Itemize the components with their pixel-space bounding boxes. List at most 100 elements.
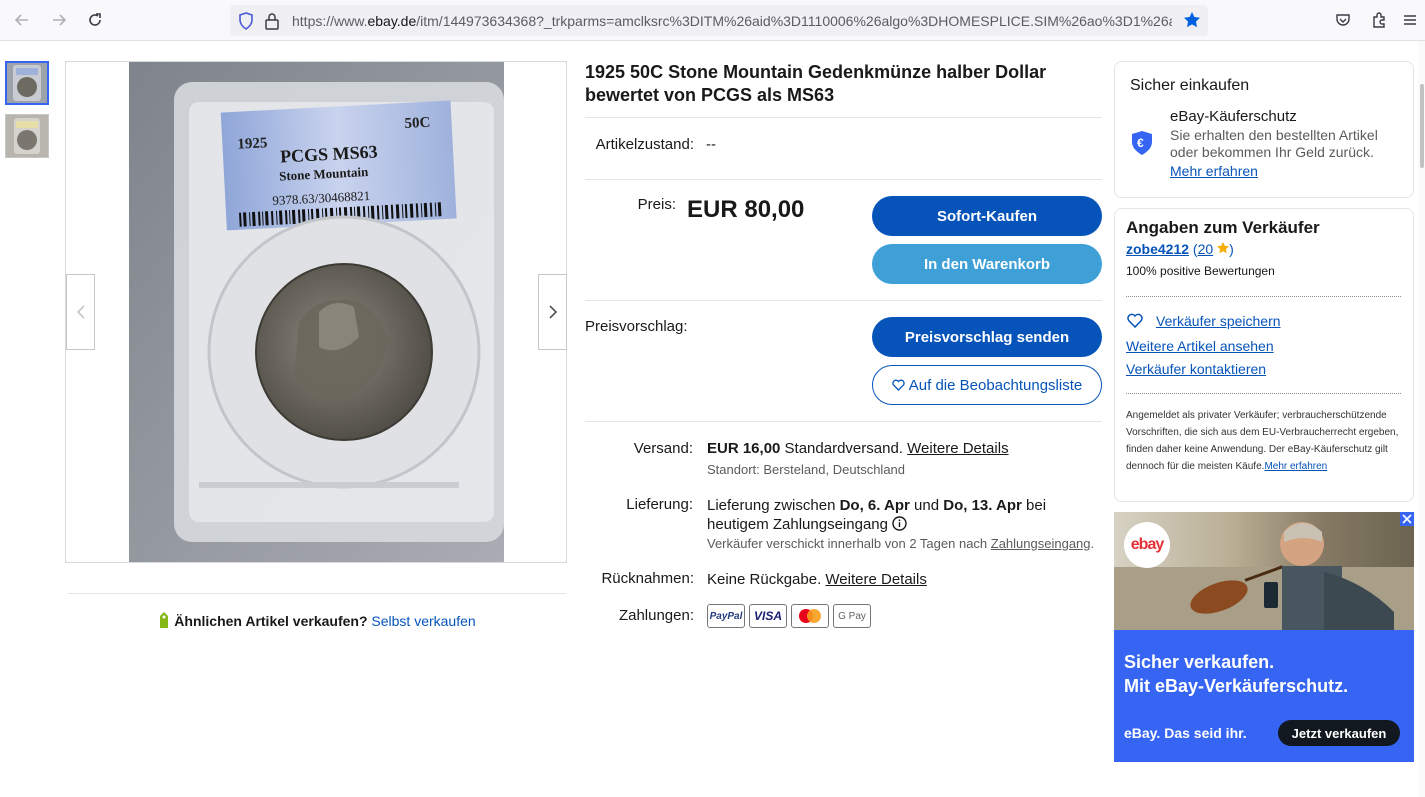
- tracking-shield-icon[interactable]: [238, 12, 254, 30]
- svg-text:€: €: [1137, 136, 1144, 150]
- heart-icon[interactable]: [1127, 313, 1143, 328]
- back-button[interactable]: [10, 8, 34, 32]
- item-location: Standort: Bersteland, Deutschland: [707, 462, 906, 477]
- shipping-type: Standardversand.: [784, 440, 903, 457]
- seller-name-link[interactable]: zobe4212: [1126, 241, 1189, 257]
- menu-button[interactable]: [1398, 8, 1422, 32]
- paypal-icon: PayPal: [707, 604, 745, 628]
- address-bar[interactable]: https://www.ebay.de/itm/144973634368?_tr…: [230, 5, 1208, 36]
- scrollbar-thumb[interactable]: [1420, 84, 1424, 168]
- info-icon[interactable]: [892, 516, 907, 531]
- more-items-link[interactable]: Weitere Artikel ansehen: [1126, 338, 1274, 354]
- thumbnail-1[interactable]: [5, 61, 49, 105]
- private-seller-note: Angemeldet als privater Verkäufer; verbr…: [1126, 407, 1402, 475]
- extensions-button[interactable]: [1367, 8, 1391, 32]
- delivery-text: Lieferung zwischen: [707, 497, 840, 514]
- url-domain: ebay.de: [367, 13, 417, 29]
- shipping-label: Versand:: [633, 440, 693, 457]
- contact-seller-link[interactable]: Verkäufer kontaktieren: [1126, 361, 1266, 377]
- ad-headline-line2: Mit eBay-Verkäuferschutz.: [1124, 676, 1349, 696]
- forward-button[interactable]: [47, 8, 71, 32]
- ad-cta-button[interactable]: Jetzt verkaufen: [1278, 720, 1400, 746]
- payments-label: Zahlungen:: [618, 607, 694, 624]
- ebay-logo-text: ebay: [1130, 536, 1164, 553]
- mastercard-icon: [791, 604, 829, 628]
- chevron-left-icon: [76, 305, 85, 319]
- private-seller-note-text: Angemeldet als privater Verkäufer; verbr…: [1126, 410, 1399, 472]
- dispatch-text: .: [1090, 536, 1095, 551]
- note-more-link[interactable]: Mehr erfahren: [1264, 461, 1327, 472]
- pocket-icon: [1336, 14, 1350, 26]
- delivery-label: Lieferung:: [626, 496, 693, 513]
- reload-icon: [89, 13, 101, 26]
- thumbnail-coin-image: [7, 63, 47, 103]
- buy-now-button[interactable]: Sofort-Kaufen: [872, 196, 1102, 236]
- pocket-button[interactable]: [1331, 8, 1355, 32]
- save-seller-link[interactable]: Verkäufer speichern: [1156, 313, 1281, 329]
- visa-icon: VISA: [749, 604, 787, 628]
- protection-text: Sie erhalten den bestellten Artikel oder…: [1170, 127, 1378, 160]
- delivery-text: bei: [1021, 497, 1047, 514]
- bookmark-star-icon[interactable]: [1183, 11, 1201, 29]
- reload-button[interactable]: [83, 8, 107, 32]
- hamburger-menu-icon: [1404, 15, 1416, 25]
- google-pay-icon: G Pay: [833, 604, 871, 628]
- divider: [585, 421, 1102, 422]
- payment-link[interactable]: Zahlungseingang: [991, 536, 1091, 551]
- star-icon: [1217, 242, 1230, 254]
- ebay-ad-banner[interactable]: ebay Sicher verkaufen. Mit eBay-Verkäufer…: [1114, 512, 1414, 762]
- shipping-price: EUR 16,00: [707, 440, 781, 457]
- coin-slab-photo: 1925 50C PCGS MS63 Stone Mountain 9378.6…: [129, 62, 504, 562]
- seller-heading: Angaben zum Verkäufer: [1126, 218, 1320, 237]
- shipping-details-link[interactable]: Weitere Details: [907, 440, 1008, 457]
- protection-heading: Sicher einkaufen: [1130, 77, 1250, 94]
- watchlist-label: Auf die Beobachtungsliste: [908, 376, 1083, 394]
- item-title: 1925 50C Stone Mountain Gedenkmünze halb…: [585, 62, 1047, 105]
- thumbnail-2[interactable]: [5, 114, 49, 158]
- divider: [585, 117, 1102, 118]
- dispatch-note: Verkäufer verschickt innerhalb von 2 Tag…: [707, 536, 1094, 551]
- delivery-value: Lieferung zwischen Do, 6. Apr und Do, 13…: [707, 496, 1087, 534]
- returns-text: Keine Rückgabe.: [707, 571, 822, 588]
- returns-value: Keine Rückgabe. Weitere Details: [707, 571, 927, 588]
- price-value: EUR 80,00: [687, 196, 805, 223]
- watchlist-button[interactable]: Auf die Beobachtungsliste: [872, 365, 1102, 405]
- add-to-cart-button[interactable]: In den Warenkorb: [872, 244, 1102, 284]
- feedback-count-link[interactable]: 20: [1198, 241, 1214, 257]
- delivery-text: und: [909, 497, 944, 514]
- thumbnail-coin-image: [6, 115, 48, 157]
- returns-label: Rücknahmen:: [601, 570, 694, 587]
- ad-headline: Sicher verkaufen. Mit eBay-Verkäuferschut…: [1124, 650, 1348, 698]
- dotted-divider: [1126, 393, 1401, 394]
- delivery-to: Do, 13. Apr: [943, 497, 1022, 514]
- returns-details-link[interactable]: Weitere Details: [825, 571, 926, 588]
- puzzle-icon: [1373, 12, 1385, 28]
- sell-similar-row: Ähnlichen Artikel verkaufen? Selbst verk…: [68, 593, 566, 629]
- forward-arrow-icon: [53, 14, 67, 26]
- ebay-logo: ebay: [1124, 522, 1170, 568]
- protection-more-link[interactable]: Mehr erfahren: [1170, 163, 1258, 179]
- delivery-from: Do, 6. Apr: [839, 497, 910, 514]
- protection-title: eBay-Käuferschutz: [1170, 108, 1297, 125]
- url-text[interactable]: https://www.ebay.de/itm/144973634368?_tr…: [292, 13, 1172, 29]
- sell-yourself-link[interactable]: Selbst verkaufen: [371, 613, 475, 629]
- send-offer-button[interactable]: Preisvorschlag senden: [872, 317, 1102, 357]
- previous-image-button[interactable]: [66, 274, 95, 350]
- ad-tagline: eBay. Das seid ihr.: [1124, 725, 1247, 741]
- positive-feedback: 100% positive Bewertungen: [1126, 264, 1275, 278]
- url-prefix: https://www.: [292, 13, 368, 29]
- next-image-button[interactable]: [538, 274, 567, 350]
- seller-info: zobe4212 (20 ): [1126, 241, 1234, 257]
- lock-icon[interactable]: [264, 12, 280, 30]
- divider: [585, 179, 1102, 180]
- ad-close-icon[interactable]: [1400, 512, 1414, 526]
- main-image-viewer[interactable]: 1925 50C PCGS MS63 Stone Mountain 9378.6…: [65, 61, 567, 563]
- condition-value: --: [706, 136, 716, 153]
- dispatch-text: Verkäufer verschickt innerhalb von 2 Tag…: [707, 536, 991, 551]
- back-arrow-icon: [14, 14, 28, 26]
- shipping-value: EUR 16,00 Standardversand. Weitere Detai…: [707, 440, 1009, 457]
- price-label: Preis:: [637, 196, 676, 213]
- chevron-right-icon: [548, 305, 557, 319]
- delivery-text: heutigem Zahlungseingang: [707, 516, 888, 533]
- heart-icon: [892, 379, 905, 391]
